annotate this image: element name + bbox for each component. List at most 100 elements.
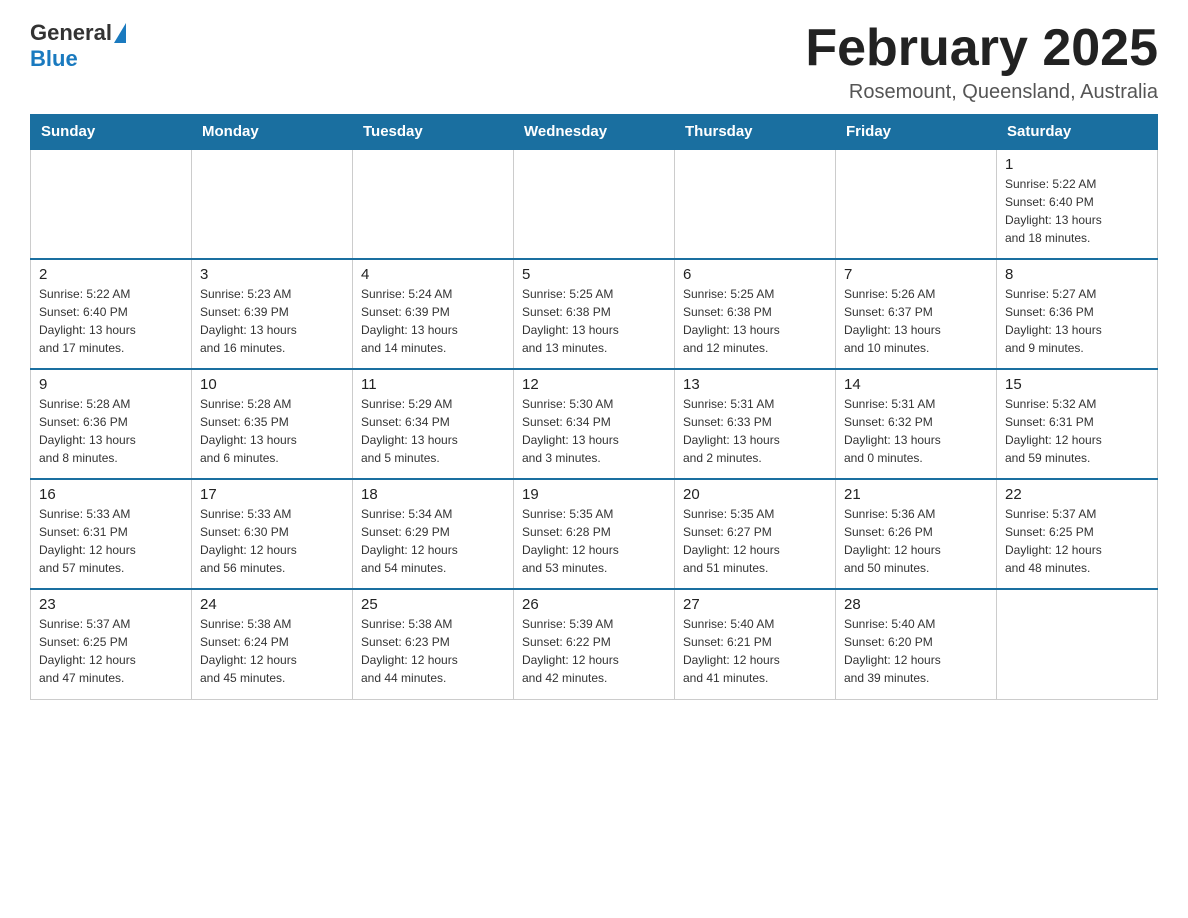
weekday-header-thursday: Thursday (675, 115, 836, 150)
month-title: February 2025 (805, 20, 1158, 77)
calendar-week-row: 2 Sunrise: 5:22 AM Sunset: 6:40 PM Daylig… (31, 259, 1158, 369)
calendar-cell (514, 149, 675, 259)
calendar-cell: 9 Sunrise: 5:28 AM Sunset: 6:36 PM Daylig… (31, 369, 192, 479)
day-number: 5 (522, 266, 666, 283)
calendar-cell: 18 Sunrise: 5:34 AM Sunset: 6:29 PM Dayli… (353, 479, 514, 589)
calendar-cell (836, 149, 997, 259)
location-text: Rosemount, Queensland, Australia (805, 81, 1158, 104)
weekday-header-saturday: Saturday (997, 115, 1158, 150)
calendar-cell: 19 Sunrise: 5:35 AM Sunset: 6:28 PM Dayli… (514, 479, 675, 589)
day-info: Sunrise: 5:24 AM Sunset: 6:39 PM Dayligh… (361, 285, 505, 357)
day-number: 17 (200, 486, 344, 503)
calendar-cell: 8 Sunrise: 5:27 AM Sunset: 6:36 PM Daylig… (997, 259, 1158, 369)
calendar-week-row: 23 Sunrise: 5:37 AM Sunset: 6:25 PM Dayli… (31, 589, 1158, 699)
day-number: 9 (39, 376, 183, 393)
day-info: Sunrise: 5:26 AM Sunset: 6:37 PM Dayligh… (844, 285, 988, 357)
calendar-week-row: 1 Sunrise: 5:22 AM Sunset: 6:40 PM Daylig… (31, 149, 1158, 259)
day-number: 2 (39, 266, 183, 283)
day-info: Sunrise: 5:37 AM Sunset: 6:25 PM Dayligh… (39, 615, 183, 687)
day-info: Sunrise: 5:40 AM Sunset: 6:20 PM Dayligh… (844, 615, 988, 687)
calendar-cell (997, 589, 1158, 699)
calendar-week-row: 16 Sunrise: 5:33 AM Sunset: 6:31 PM Dayli… (31, 479, 1158, 589)
weekday-header-friday: Friday (836, 115, 997, 150)
logo-blue-text: Blue (30, 46, 78, 72)
day-info: Sunrise: 5:31 AM Sunset: 6:32 PM Dayligh… (844, 395, 988, 467)
calendar-cell: 15 Sunrise: 5:32 AM Sunset: 6:31 PM Dayli… (997, 369, 1158, 479)
day-info: Sunrise: 5:27 AM Sunset: 6:36 PM Dayligh… (1005, 285, 1149, 357)
logo: General Blue (30, 20, 126, 72)
day-info: Sunrise: 5:30 AM Sunset: 6:34 PM Dayligh… (522, 395, 666, 467)
day-info: Sunrise: 5:32 AM Sunset: 6:31 PM Dayligh… (1005, 395, 1149, 467)
calendar-cell: 1 Sunrise: 5:22 AM Sunset: 6:40 PM Daylig… (997, 149, 1158, 259)
day-number: 19 (522, 486, 666, 503)
calendar-cell: 17 Sunrise: 5:33 AM Sunset: 6:30 PM Dayli… (192, 479, 353, 589)
day-info: Sunrise: 5:40 AM Sunset: 6:21 PM Dayligh… (683, 615, 827, 687)
day-number: 23 (39, 596, 183, 613)
day-info: Sunrise: 5:33 AM Sunset: 6:30 PM Dayligh… (200, 505, 344, 577)
day-info: Sunrise: 5:28 AM Sunset: 6:36 PM Dayligh… (39, 395, 183, 467)
day-number: 26 (522, 596, 666, 613)
calendar-cell: 26Sunrise: 5:39 AM Sunset: 6:22 PM Dayli… (514, 589, 675, 699)
day-number: 18 (361, 486, 505, 503)
calendar-cell: 11 Sunrise: 5:29 AM Sunset: 6:34 PM Dayli… (353, 369, 514, 479)
day-number: 27 (683, 596, 827, 613)
calendar-cell: 12 Sunrise: 5:30 AM Sunset: 6:34 PM Dayli… (514, 369, 675, 479)
day-info: Sunrise: 5:25 AM Sunset: 6:38 PM Dayligh… (683, 285, 827, 357)
day-number: 12 (522, 376, 666, 393)
calendar-cell: 7 Sunrise: 5:26 AM Sunset: 6:37 PM Daylig… (836, 259, 997, 369)
calendar-cell: 16 Sunrise: 5:33 AM Sunset: 6:31 PM Dayli… (31, 479, 192, 589)
day-number: 1 (1005, 156, 1149, 173)
day-info: Sunrise: 5:22 AM Sunset: 6:40 PM Dayligh… (1005, 175, 1149, 247)
weekday-header-sunday: Sunday (31, 115, 192, 150)
calendar-cell: 14Sunrise: 5:31 AM Sunset: 6:32 PM Dayli… (836, 369, 997, 479)
day-number: 20 (683, 486, 827, 503)
day-info: Sunrise: 5:22 AM Sunset: 6:40 PM Dayligh… (39, 285, 183, 357)
calendar-cell (31, 149, 192, 259)
day-number: 16 (39, 486, 183, 503)
calendar-cell: 10Sunrise: 5:28 AM Sunset: 6:35 PM Dayli… (192, 369, 353, 479)
calendar-cell: 22 Sunrise: 5:37 AM Sunset: 6:25 PM Dayli… (997, 479, 1158, 589)
calendar-cell: 3 Sunrise: 5:23 AM Sunset: 6:39 PM Daylig… (192, 259, 353, 369)
calendar-cell: 23 Sunrise: 5:37 AM Sunset: 6:25 PM Dayli… (31, 589, 192, 699)
day-number: 3 (200, 266, 344, 283)
day-number: 15 (1005, 376, 1149, 393)
calendar-header-row: SundayMondayTuesdayWednesdayThursdayFrid… (31, 115, 1158, 150)
day-number: 10 (200, 376, 344, 393)
day-number: 21 (844, 486, 988, 503)
logo-general-text: General (30, 20, 112, 46)
day-number: 11 (361, 376, 505, 393)
day-info: Sunrise: 5:34 AM Sunset: 6:29 PM Dayligh… (361, 505, 505, 577)
weekday-header-wednesday: Wednesday (514, 115, 675, 150)
day-info: Sunrise: 5:23 AM Sunset: 6:39 PM Dayligh… (200, 285, 344, 357)
calendar-cell: 4 Sunrise: 5:24 AM Sunset: 6:39 PM Daylig… (353, 259, 514, 369)
day-number: 28 (844, 596, 988, 613)
calendar-cell: 27 Sunrise: 5:40 AM Sunset: 6:21 PM Dayli… (675, 589, 836, 699)
calendar-cell: 21 Sunrise: 5:36 AM Sunset: 6:26 PM Dayli… (836, 479, 997, 589)
day-number: 8 (1005, 266, 1149, 283)
calendar-cell (675, 149, 836, 259)
day-info: Sunrise: 5:31 AM Sunset: 6:33 PM Dayligh… (683, 395, 827, 467)
calendar-cell: 24Sunrise: 5:38 AM Sunset: 6:24 PM Dayli… (192, 589, 353, 699)
day-info: Sunrise: 5:36 AM Sunset: 6:26 PM Dayligh… (844, 505, 988, 577)
title-section: February 2025 Rosemount, Queensland, Aus… (805, 20, 1158, 104)
day-info: Sunrise: 5:29 AM Sunset: 6:34 PM Dayligh… (361, 395, 505, 467)
calendar-cell: 13Sunrise: 5:31 AM Sunset: 6:33 PM Dayli… (675, 369, 836, 479)
day-info: Sunrise: 5:25 AM Sunset: 6:38 PM Dayligh… (522, 285, 666, 357)
calendar-cell: 2 Sunrise: 5:22 AM Sunset: 6:40 PM Daylig… (31, 259, 192, 369)
day-number: 7 (844, 266, 988, 283)
calendar-cell: 28 Sunrise: 5:40 AM Sunset: 6:20 PM Dayli… (836, 589, 997, 699)
calendar-cell: 6Sunrise: 5:25 AM Sunset: 6:38 PM Daylig… (675, 259, 836, 369)
day-info: Sunrise: 5:37 AM Sunset: 6:25 PM Dayligh… (1005, 505, 1149, 577)
day-info: Sunrise: 5:35 AM Sunset: 6:28 PM Dayligh… (522, 505, 666, 577)
calendar-table: SundayMondayTuesdayWednesdayThursdayFrid… (30, 114, 1158, 700)
calendar-cell: 5 Sunrise: 5:25 AM Sunset: 6:38 PM Daylig… (514, 259, 675, 369)
day-number: 22 (1005, 486, 1149, 503)
day-number: 4 (361, 266, 505, 283)
day-info: Sunrise: 5:38 AM Sunset: 6:23 PM Dayligh… (361, 615, 505, 687)
day-info: Sunrise: 5:33 AM Sunset: 6:31 PM Dayligh… (39, 505, 183, 577)
calendar-week-row: 9 Sunrise: 5:28 AM Sunset: 6:36 PM Daylig… (31, 369, 1158, 479)
calendar-cell (192, 149, 353, 259)
calendar-cell: 20Sunrise: 5:35 AM Sunset: 6:27 PM Dayli… (675, 479, 836, 589)
day-number: 24 (200, 596, 344, 613)
weekday-header-monday: Monday (192, 115, 353, 150)
